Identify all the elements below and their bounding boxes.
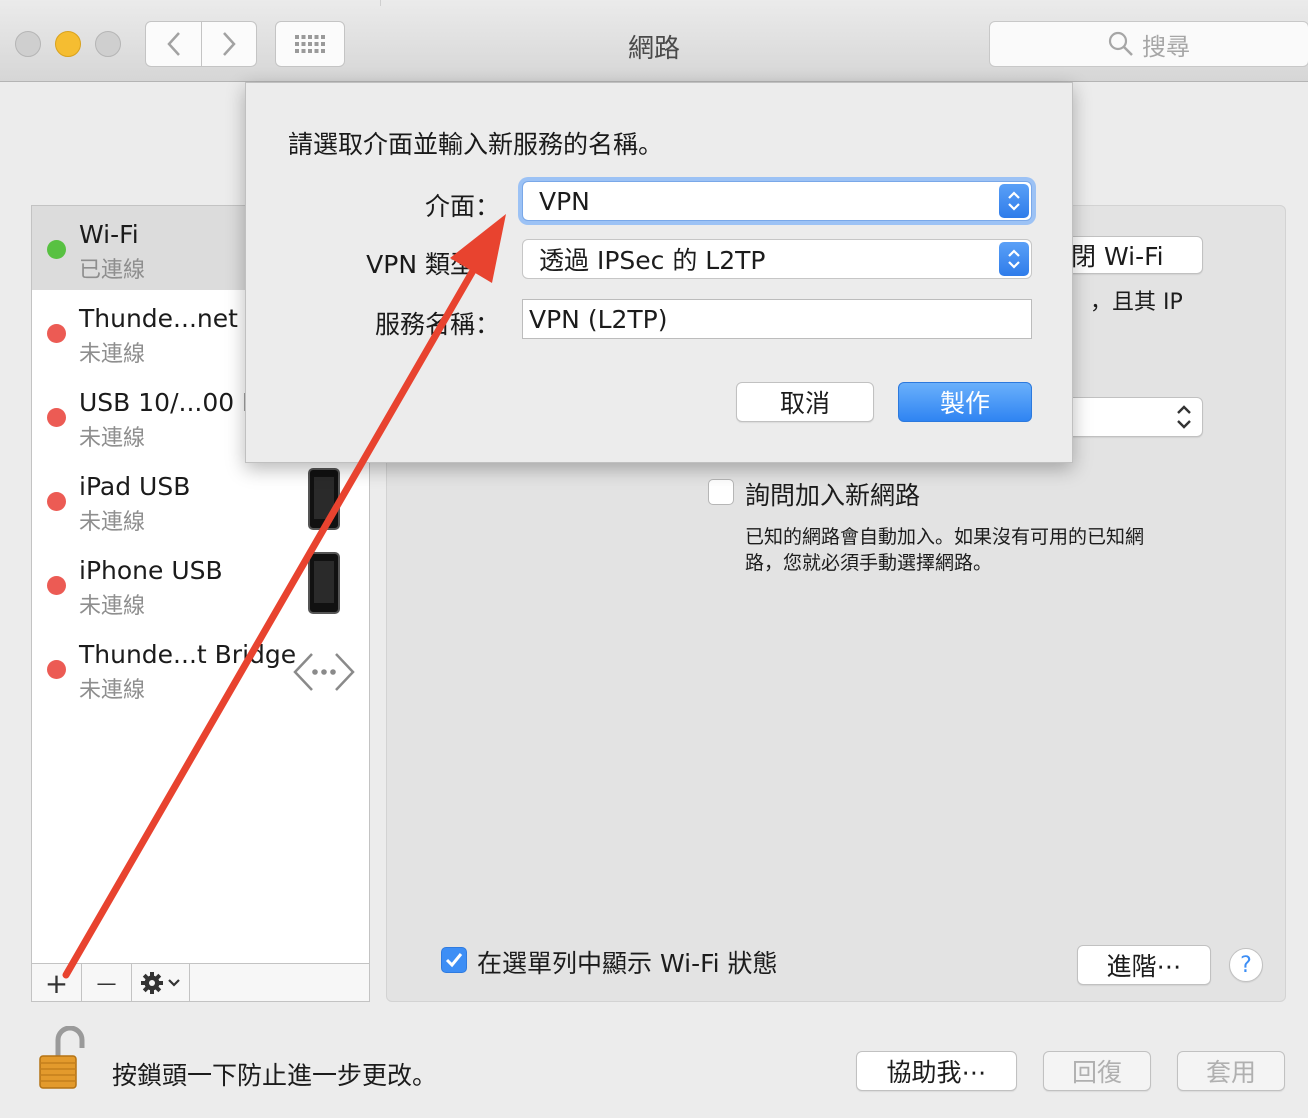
status-dot [47, 408, 66, 427]
service-name: iPhone USB [79, 556, 223, 585]
updown-chevron-icon [1177, 405, 1191, 429]
show-wifi-status-label: 在選單列中顯示 Wi-Fi 狀態 [477, 949, 778, 978]
show-wifi-status-checkbox[interactable] [441, 947, 467, 973]
service-status: 未連線 [79, 594, 146, 619]
titlebar-divider [380, 0, 381, 6]
service-item-ipad-usb[interactable]: iPad USB 未連線 [32, 458, 369, 542]
checkmark-icon [445, 953, 463, 968]
status-dot [47, 660, 66, 679]
vpn-type-value: 透過 IPSec 的 L2TP [539, 246, 766, 275]
status-dot [47, 240, 66, 259]
new-service-sheet: 請選取介面並輸入新服務的名稱。 介面： VPN VPN 類型： 透過 IPSec… [245, 82, 1073, 463]
ask-join-description-line2: 路，您就必須手動選擇網路。 [745, 552, 993, 574]
lock-hint-text: 按鎖頭一下防止進一步更改。 [112, 1061, 438, 1090]
service-name: USB 10/...00 L [79, 388, 257, 417]
service-status: 未連線 [79, 426, 146, 451]
remove-service-button[interactable]: — [82, 964, 132, 1002]
service-item-iphone-usb[interactable]: iPhone USB 未連線 [32, 542, 369, 626]
cancel-button[interactable]: 取消 [736, 382, 874, 422]
updown-chevron-icon [1008, 249, 1020, 269]
service-item-thunderbolt-bridge[interactable]: Thunde...t Bridge 未連線 [32, 626, 369, 710]
status-dot [47, 492, 66, 511]
search-icon [1108, 31, 1133, 56]
service-name: iPad USB [79, 472, 191, 501]
vpn-type-label: VPN 類型： [366, 250, 500, 279]
turn-off-wifi-label: 閉 Wi-Fi [1071, 242, 1164, 271]
advanced-button[interactable]: 進階⋯ [1077, 945, 1211, 985]
service-list-toolbar: + — [32, 963, 369, 1002]
service-name: Wi-Fi [79, 220, 139, 249]
interface-value: VPN [539, 186, 590, 216]
vpn-type-popup[interactable]: 透過 IPSec 的 L2TP [522, 239, 1032, 279]
service-name-field[interactable]: VPN (L2TP) [522, 299, 1032, 339]
service-name: Thunde...net S [79, 304, 262, 333]
search-placeholder: 搜尋 [1142, 32, 1190, 61]
apply-button[interactable]: 套用 [1177, 1051, 1285, 1091]
revert-button[interactable]: 回復 [1043, 1051, 1151, 1091]
window-titlebar: 網路 搜尋 [0, 0, 1308, 82]
updown-chevron-icon [1008, 191, 1020, 211]
search-field[interactable]: 搜尋 [989, 21, 1308, 67]
vpn-type-stepper [999, 242, 1029, 276]
interface-label: 介面： [424, 192, 500, 221]
service-name: Thunde...t Bridge [79, 640, 297, 669]
service-name-label: 服務名稱： [374, 310, 500, 339]
ask-join-description: 已知的網路會自動加入。如果沒有可用的已知網 [745, 526, 1145, 548]
bridge-icon [293, 653, 355, 691]
status-dot [47, 576, 66, 595]
service-status: 未連線 [79, 510, 146, 535]
help-button[interactable]: ? [1229, 948, 1263, 982]
gear-icon [140, 972, 180, 994]
assist-me-button[interactable]: 協助我⋯ [856, 1051, 1017, 1091]
status-description: ，且其 IP [1090, 290, 1183, 315]
action-menu-button[interactable] [132, 964, 190, 1002]
service-status: 已連線 [79, 258, 146, 283]
service-status: 未連線 [79, 342, 146, 367]
ask-join-label: 詢問加入新網路 [745, 481, 921, 510]
interface-stepper [999, 184, 1029, 218]
create-button[interactable]: 製作 [898, 382, 1032, 422]
sheet-prompt: 請選取介面並輸入新服務的名稱。 [288, 130, 664, 159]
status-dot [47, 324, 66, 343]
interface-popup[interactable]: VPN [522, 181, 1032, 221]
service-status: 未連線 [79, 678, 146, 703]
ipad-icon [308, 468, 340, 530]
add-service-button[interactable]: + [32, 964, 82, 1002]
lock-icon[interactable] [36, 1026, 92, 1092]
iphone-icon [308, 552, 340, 614]
ask-join-checkbox[interactable] [708, 479, 734, 505]
